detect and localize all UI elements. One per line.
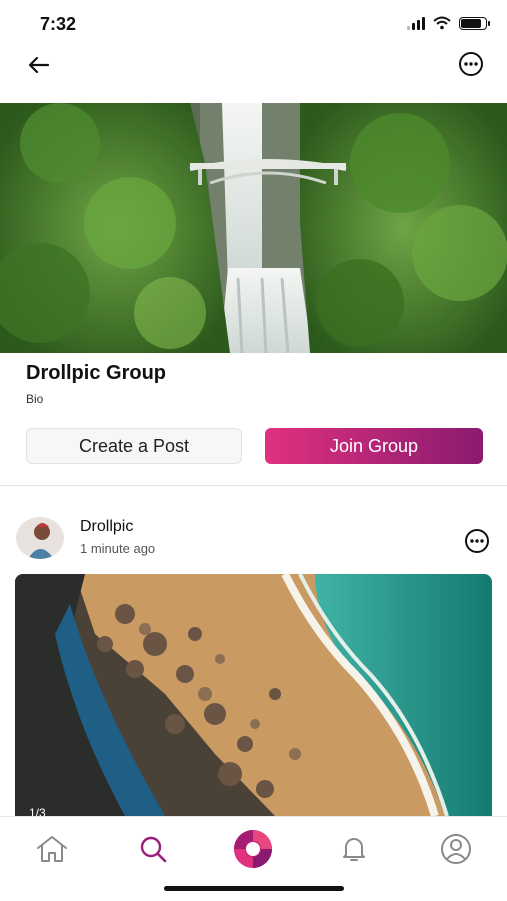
more-horizontal-icon (465, 529, 489, 553)
create-post-button[interactable]: Create a Post (26, 428, 242, 464)
camera-aperture-icon (234, 830, 272, 868)
arrow-left-icon (28, 56, 50, 74)
tab-camera[interactable] (233, 830, 273, 868)
group-cover-image (0, 103, 507, 353)
cellular-signal-icon (407, 16, 425, 30)
battery-icon (459, 16, 490, 30)
status-icons (407, 16, 490, 30)
image-counter: 1/3 (29, 806, 46, 816)
tab-profile[interactable] (436, 831, 476, 867)
join-group-button[interactable]: Join Group (265, 428, 483, 464)
tab-search[interactable] (133, 831, 173, 867)
section-divider (0, 485, 507, 486)
avatar[interactable] (16, 517, 64, 559)
home-indicator (164, 886, 344, 891)
status-time: 7:32 (40, 14, 77, 34)
post-more-options-button[interactable] (463, 527, 491, 555)
more-horizontal-icon (459, 52, 483, 76)
profile-icon (441, 834, 471, 864)
home-icon (37, 836, 67, 862)
nav-header (0, 48, 507, 100)
back-button[interactable] (22, 50, 62, 80)
group-name: Drollpic Group (26, 362, 166, 384)
status-bar: 7:32 (0, 0, 507, 48)
more-options-button[interactable] (457, 50, 489, 80)
tab-notifications[interactable] (334, 831, 374, 867)
post-timestamp: 1 minute ago (80, 541, 156, 556)
bell-icon (343, 838, 365, 861)
post-author[interactable]: Drollpic (80, 518, 133, 536)
wifi-icon (433, 16, 451, 30)
search-icon (140, 836, 167, 863)
group-bio: Bio (26, 392, 44, 406)
post-image[interactable]: 1/3 (15, 574, 492, 816)
tab-home[interactable] (32, 831, 72, 867)
